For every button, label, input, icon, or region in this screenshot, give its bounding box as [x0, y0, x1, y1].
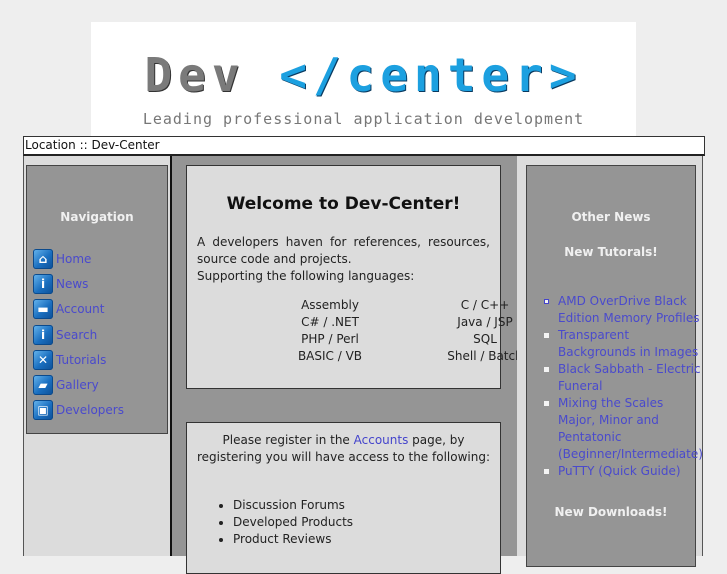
register-panel: Please register in the Accounts page, by… [186, 422, 501, 574]
tutorials-list: AMD OverDrive Black Edition Memory Profil… [542, 293, 707, 480]
tutorial-link[interactable]: Black Sabbath - Electric Funeral [558, 362, 701, 393]
open-folder-icon[interactable]: ▰ [33, 375, 53, 396]
language-cell: Assembly [301, 298, 359, 312]
home-icon[interactable]: ⌂ [33, 248, 53, 269]
nav-link-tutorials[interactable]: Tutorials [56, 353, 106, 367]
tools-icon[interactable]: ✕ [33, 349, 53, 370]
tutorial-link[interactable]: Mixing the Scales Major, Minor and Pentato… [558, 396, 703, 461]
benefit-item: Product Reviews [233, 531, 353, 548]
nav-item-gallery[interactable]: ▰ Gallery [33, 372, 124, 397]
nav-item-search[interactable]: i Search [33, 322, 124, 347]
navigation-panel: Navigation ⌂ Home i News ▬ Account i Sea… [26, 165, 168, 434]
tutorial-link[interactable]: AMD OverDrive Black Edition Memory Profil… [558, 294, 700, 325]
benefits-list: Discussion Forums Developed Products Pro… [213, 497, 353, 548]
other-news-title: Other News [571, 210, 651, 224]
register-text-before: Please register in the [222, 433, 354, 447]
tutorial-link-line: Backgrounds in Images [558, 345, 699, 359]
tutorial-link-line: Transparent [558, 328, 630, 342]
nav-link-home[interactable]: Home [56, 252, 91, 266]
welcome-intro: A developers haven for references, resou… [197, 235, 490, 266]
nav-item-tutorials[interactable]: ✕ Tutorials [33, 347, 124, 372]
nav-link-developers[interactable]: Developers [56, 403, 124, 417]
register-text: Please register in the Accounts page, by… [193, 432, 494, 466]
languages-label: Supporting the following languages: [197, 269, 415, 283]
tutorial-link-line: Major, Minor and [558, 413, 659, 427]
info-icon[interactable]: i [33, 324, 53, 345]
logo-center-text: </center> [279, 48, 583, 102]
tutorial-link-line: Edition Memory Profiles [558, 311, 700, 325]
logo-dev-text: Dev [144, 48, 246, 102]
tutorial-link-line: AMD OverDrive Black [558, 294, 687, 308]
tutorial-item[interactable]: AMD OverDrive Black Edition Memory Profil… [542, 293, 707, 327]
navigation-title: Navigation [60, 210, 134, 224]
welcome-title: Welcome to Dev-Center! [226, 194, 461, 214]
tutorial-link-line: Black Sabbath - Electric [558, 362, 701, 376]
tutorial-link-line: PuTTY (Quick Guide) [558, 464, 681, 478]
tutorial-item[interactable]: Transparent Backgrounds in Images [542, 327, 707, 361]
accounts-link[interactable]: Accounts [354, 433, 409, 447]
benefit-item: Developed Products [233, 514, 353, 531]
tutorial-link[interactable]: Transparent Backgrounds in Images [558, 328, 698, 359]
tutorial-item[interactable]: PuTTY (Quick Guide) [542, 463, 707, 480]
right-column: Other News New Tutorals! AMD OverDrive B… [517, 156, 703, 567]
welcome-panel: Welcome to Dev-Center! A developers have… [186, 165, 523, 389]
new-tutorials-heading: New Tutorals! [564, 245, 658, 259]
site-banner: Dev </center> Leading professional appli… [91, 22, 636, 136]
language-cell: BASIC / VB [297, 349, 363, 363]
benefit-item: Discussion Forums [233, 497, 353, 514]
site-tagline: Leading professional application develop… [142, 110, 585, 128]
info-bubble-icon[interactable]: i [33, 273, 53, 294]
nav-link-gallery[interactable]: Gallery [56, 378, 99, 392]
nav-item-news[interactable]: i News [33, 271, 124, 296]
welcome-description: A developers haven for references, resou… [197, 234, 490, 285]
site-logo[interactable]: Dev </center> [91, 50, 636, 100]
nav-link-search[interactable]: Search [56, 328, 97, 342]
tutorial-link-line: Funeral [558, 379, 603, 393]
nav-link-account[interactable]: Account [56, 302, 104, 316]
tutorial-link[interactable]: PuTTY (Quick Guide) [558, 464, 681, 478]
tutorial-item[interactable]: Mixing the Scales Major, Minor and Pentato… [542, 395, 707, 463]
nav-item-home[interactable]: ⌂ Home [33, 246, 124, 271]
tutorial-link-line: Pentatonic [558, 430, 622, 444]
new-downloads-heading: New Downloads! [554, 505, 668, 519]
folder-icon[interactable]: ▬ [33, 299, 53, 320]
tutorial-link-line: (Beginner/Intermediate) [558, 447, 703, 461]
nav-item-developers[interactable]: ▣ Developers [33, 398, 124, 423]
tutorial-item[interactable]: Black Sabbath - Electric Funeral [542, 361, 707, 395]
main-column: Welcome to Dev-Center! A developers have… [170, 156, 523, 574]
tutorial-link-line: Mixing the Scales [558, 396, 664, 410]
nav-item-account[interactable]: ▬ Account [33, 297, 124, 322]
language-cell: PHP / Perl [301, 332, 359, 346]
monitor-icon[interactable]: ▣ [33, 400, 53, 421]
other-news-panel: Other News New Tutorals! AMD OverDrive B… [526, 165, 703, 567]
language-cell: C# / .NET [301, 315, 359, 329]
left-column: Navigation ⌂ Home i News ▬ Account i Sea… [23, 156, 170, 556]
navigation-list: ⌂ Home i News ▬ Account i Search ✕ Tutor… [33, 246, 124, 423]
location-breadcrumb: Location :: Dev-Center [23, 136, 705, 156]
nav-link-news[interactable]: News [56, 277, 88, 291]
